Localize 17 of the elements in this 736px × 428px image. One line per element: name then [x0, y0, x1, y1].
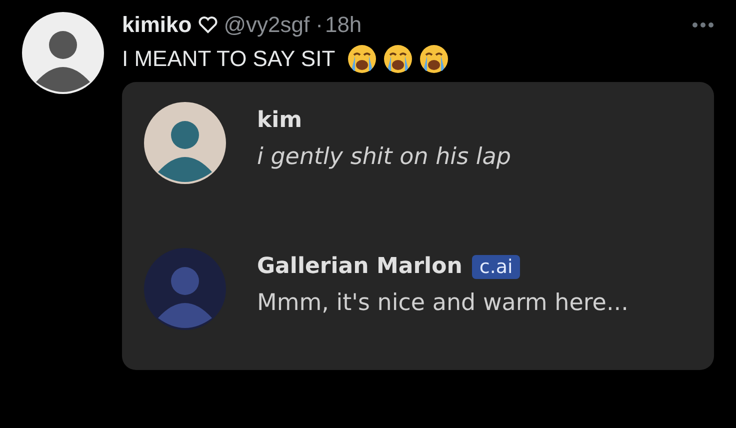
crying-face-icon	[419, 44, 450, 74]
sender-name: kim	[257, 108, 302, 133]
message-text: i gently shit on his lap	[257, 143, 512, 172]
handle[interactable]: @vy2sgf	[224, 12, 310, 38]
avatar[interactable]	[144, 102, 226, 184]
message-text: Mmm, it's nice and warm here...	[257, 289, 630, 318]
heart-icon	[198, 16, 218, 34]
sender-name: Gallerian Marlon	[257, 254, 462, 279]
crying-face-icon	[347, 44, 378, 74]
post-text: I MEANT TO SAY SIT	[122, 46, 336, 72]
display-name[interactable]: kimiko	[122, 12, 192, 38]
more-icon[interactable]	[692, 22, 714, 28]
badge: c.ai	[472, 254, 520, 278]
avatar[interactable]	[22, 12, 104, 94]
crying-face-icon	[383, 44, 414, 74]
timestamp: 18h	[324, 12, 362, 38]
separator: ·	[316, 12, 323, 38]
